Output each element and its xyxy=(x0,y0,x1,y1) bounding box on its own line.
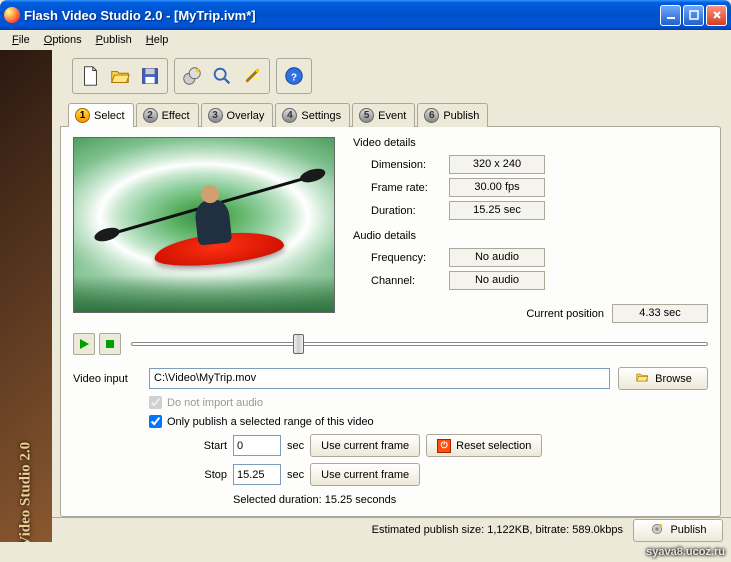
play-button[interactable] xyxy=(73,333,95,355)
menu-help[interactable]: Help xyxy=(140,32,175,48)
svg-text:?: ? xyxy=(291,73,297,84)
sidebar-brand: Flash Video Studio 2.0 xyxy=(0,50,52,542)
app-icon xyxy=(4,7,20,23)
open-button[interactable] xyxy=(105,61,135,91)
menu-file[interactable]: File xyxy=(6,32,36,48)
use-frame-start-button[interactable]: Use current frame xyxy=(310,434,420,457)
frequency-value: No audio xyxy=(449,248,545,267)
gear-icon xyxy=(649,521,665,540)
dimension-value: 320 x 240 xyxy=(449,155,545,174)
preview-button[interactable] xyxy=(207,61,237,91)
menu-options[interactable]: Options xyxy=(38,32,88,48)
video-details-heading: Video details xyxy=(353,137,708,149)
tab-event[interactable]: 5Event xyxy=(352,103,415,127)
statusbar: Estimated publish size: 1,122KB, bitrate… xyxy=(50,517,731,542)
range-only-checkbox-row[interactable]: Only publish a selected range of this vi… xyxy=(149,415,708,428)
folder-open-icon xyxy=(634,370,650,387)
browse-button[interactable]: Browse xyxy=(618,367,708,390)
wizard-button[interactable] xyxy=(237,61,267,91)
tab-overlay[interactable]: 3Overlay xyxy=(201,103,274,127)
publish-button[interactable]: Publish xyxy=(633,519,723,542)
stop-button[interactable] xyxy=(99,333,121,355)
estimate-text: Estimated publish size: 1,122KB, bitrate… xyxy=(372,524,623,536)
slider-thumb[interactable] xyxy=(293,334,304,354)
video-input-field[interactable]: C:\Video\MyTrip.mov xyxy=(149,368,610,389)
new-button[interactable] xyxy=(75,61,105,91)
reset-selection-button[interactable]: ⏻Reset selection xyxy=(426,434,542,457)
maximize-button[interactable] xyxy=(683,5,704,26)
watermark: syava8.ucoz.ru xyxy=(646,546,725,558)
use-frame-stop-button[interactable]: Use current frame xyxy=(310,463,420,486)
stop-input[interactable] xyxy=(233,464,281,485)
no-audio-checkbox-row: Do not import audio xyxy=(149,396,708,409)
channel-value: No audio xyxy=(449,271,545,290)
select-panel: Video details Dimension:320 x 240 Frame … xyxy=(60,126,721,517)
tab-bar: 1Select 2Effect 3Overlay 4Settings 5Even… xyxy=(68,103,721,127)
video-input-label: Video input xyxy=(73,373,141,385)
tab-settings[interactable]: 4Settings xyxy=(275,103,350,127)
duration-value: 15.25 sec xyxy=(449,201,545,220)
tab-select[interactable]: 1Select xyxy=(68,103,134,127)
no-audio-checkbox xyxy=(149,396,162,409)
titlebar: Flash Video Studio 2.0 - [MyTrip.ivm*] xyxy=(0,0,731,30)
help-button[interactable]: ? xyxy=(279,61,309,91)
current-position-value: 4.33 sec xyxy=(612,304,708,323)
framerate-value: 30.00 fps xyxy=(449,178,545,197)
menubar: File Options Publish Help xyxy=(0,30,731,50)
save-button[interactable] xyxy=(135,61,165,91)
range-only-checkbox[interactable] xyxy=(149,415,162,428)
video-preview[interactable] xyxy=(73,137,335,313)
selected-duration: Selected duration: 15.25 seconds xyxy=(233,494,708,506)
tab-publish[interactable]: 6Publish xyxy=(417,103,488,127)
tab-effect[interactable]: 2Effect xyxy=(136,103,199,127)
settings-button[interactable] xyxy=(177,61,207,91)
position-slider[interactable] xyxy=(131,333,708,355)
audio-details-heading: Audio details xyxy=(353,230,708,242)
window-title: Flash Video Studio 2.0 - [MyTrip.ivm*] xyxy=(24,8,660,23)
toolbar: ? xyxy=(60,54,721,102)
start-input[interactable] xyxy=(233,435,281,456)
power-icon: ⏻ xyxy=(437,439,451,453)
close-button[interactable] xyxy=(706,5,727,26)
minimize-button[interactable] xyxy=(660,5,681,26)
menu-publish[interactable]: Publish xyxy=(90,32,138,48)
